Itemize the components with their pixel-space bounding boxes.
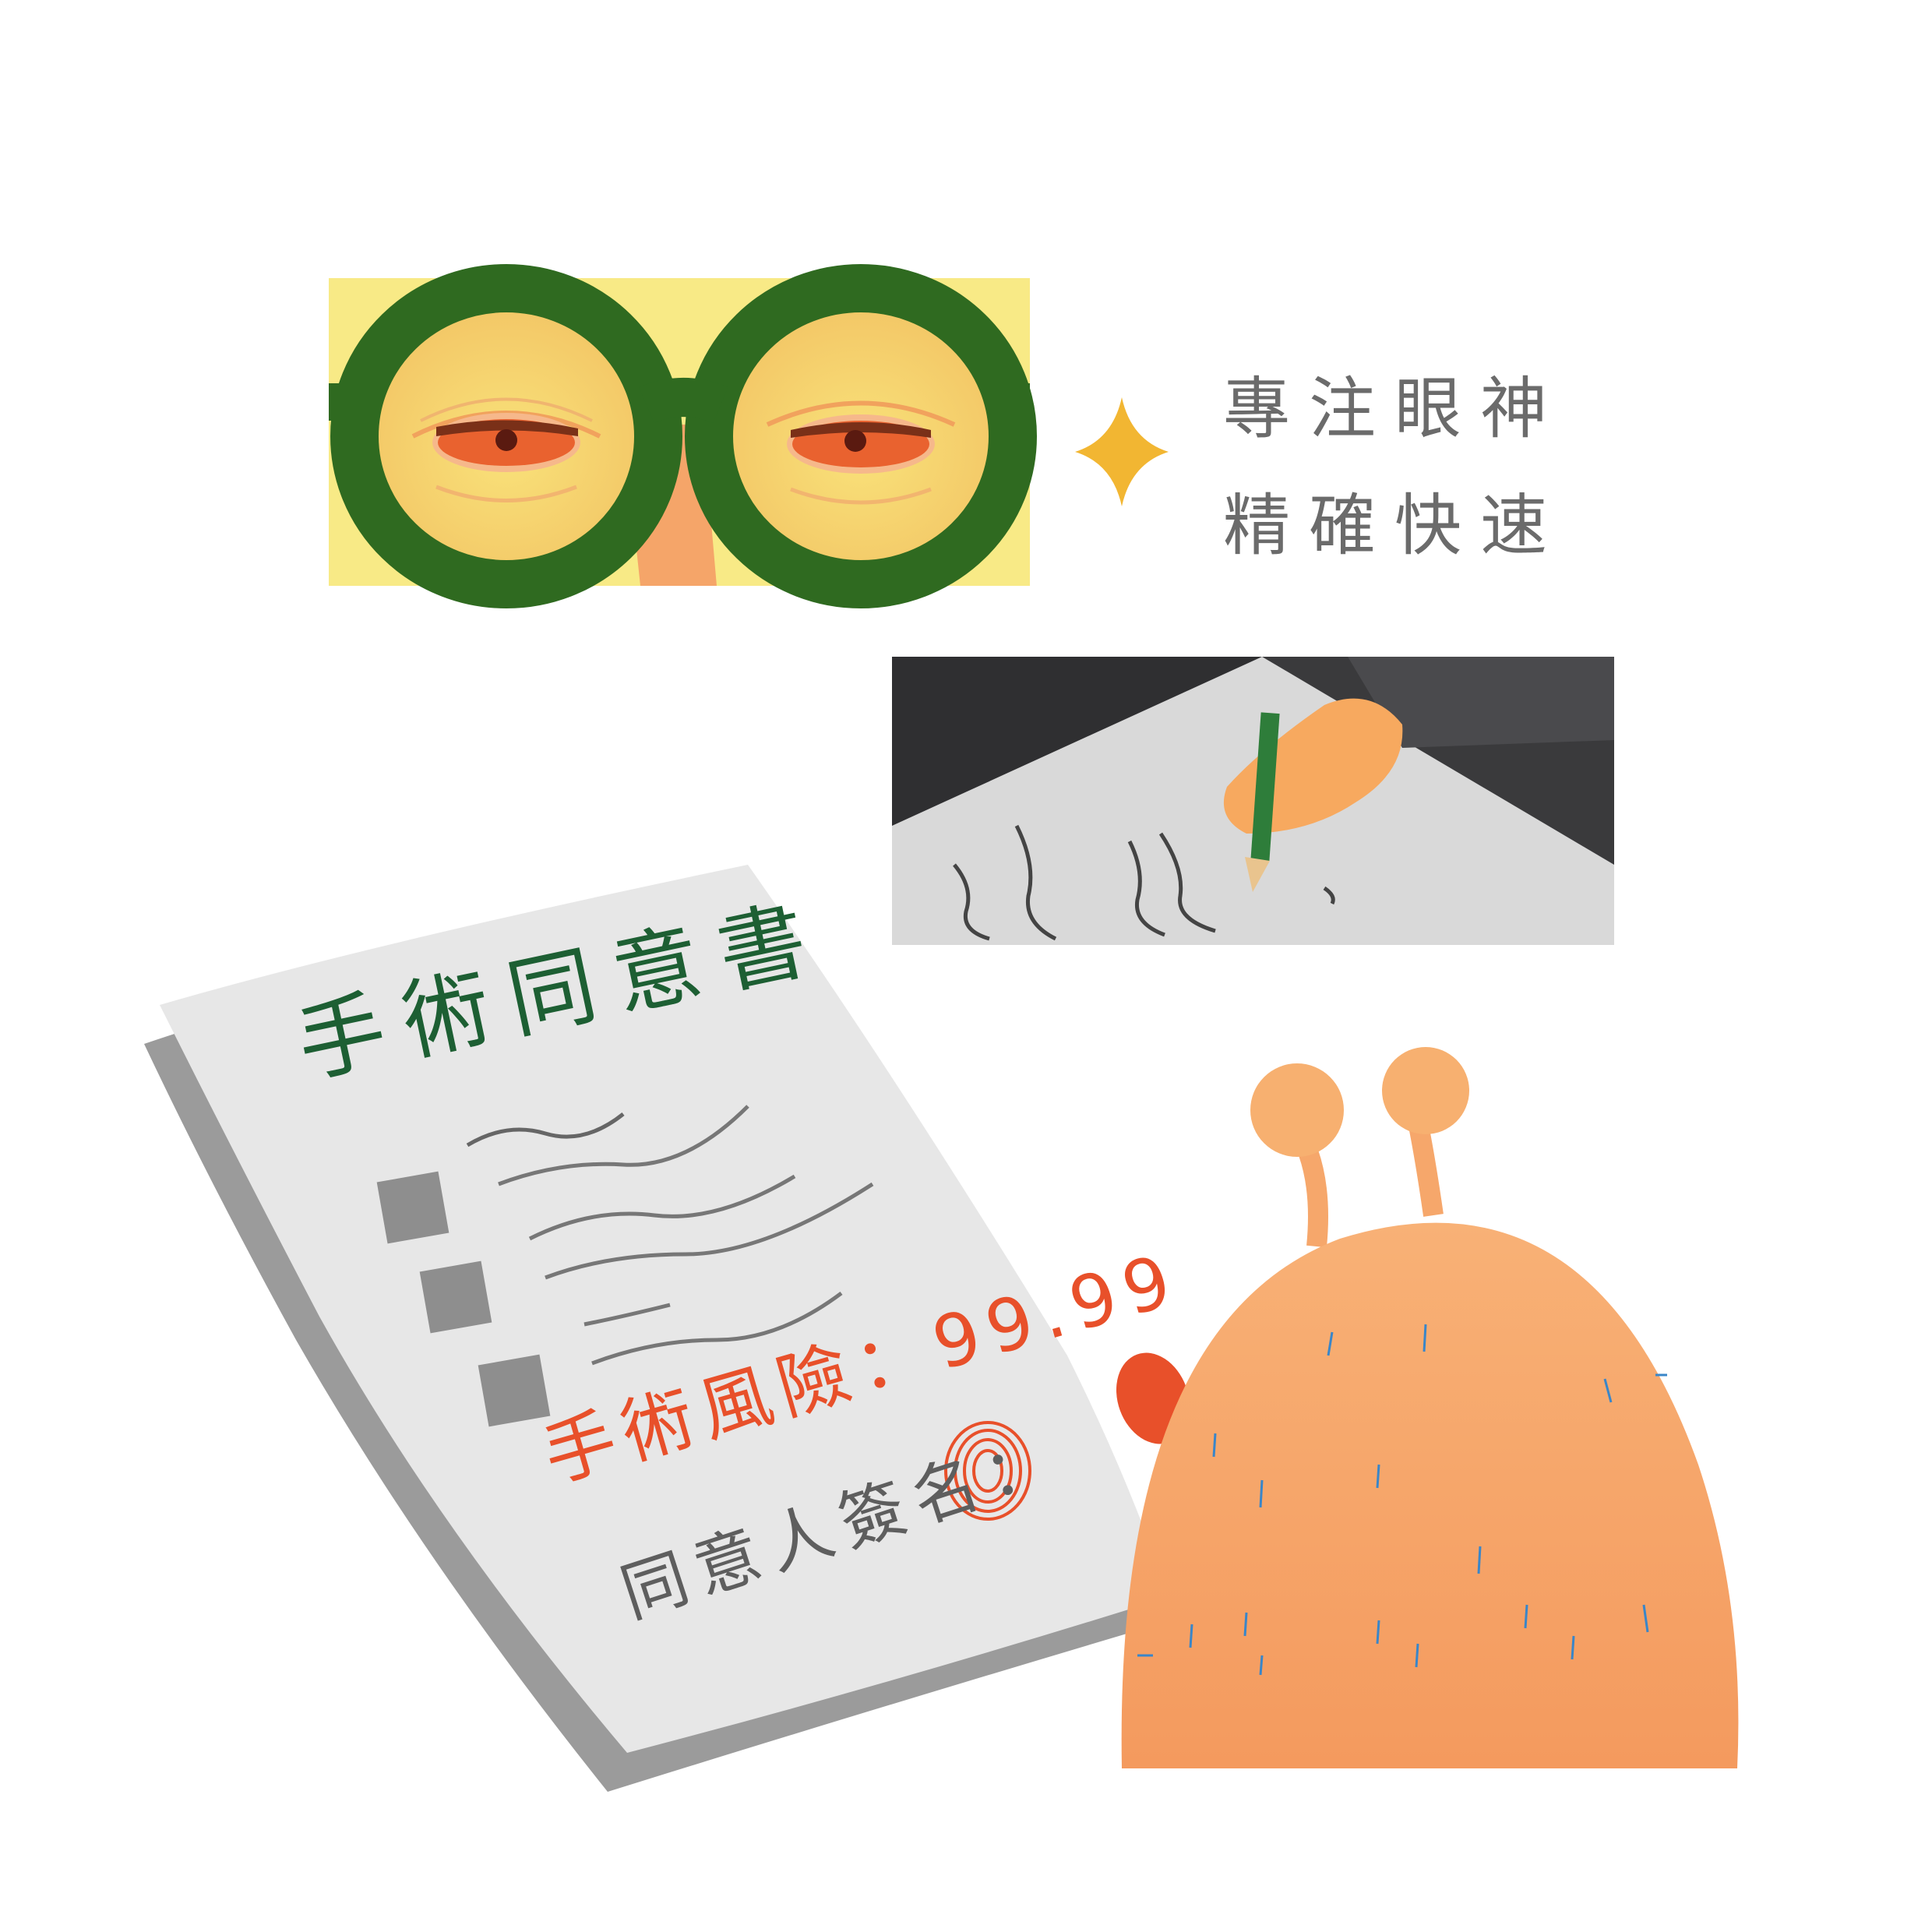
right-pupil bbox=[844, 430, 866, 452]
caption-line-2: 精確快速 bbox=[1223, 487, 1566, 565]
creature bbox=[1116, 1047, 1739, 1768]
left-pupil bbox=[495, 429, 517, 451]
caption-line-1: 專注眼神 bbox=[1223, 370, 1566, 448]
glasses-panel bbox=[329, 264, 1037, 608]
checkbox-2 bbox=[419, 1260, 492, 1334]
antenna-ball-right bbox=[1382, 1047, 1469, 1134]
illustration: 專注眼神 精確快速 手術同意書 手術風險：99.99 同意人簽名： bbox=[0, 0, 1932, 1932]
sparkle-icon bbox=[1075, 397, 1169, 506]
checkbox-1 bbox=[376, 1171, 450, 1244]
antenna-ball-left bbox=[1250, 1063, 1344, 1157]
illustration-artwork bbox=[144, 264, 1739, 1792]
writing-panel bbox=[892, 657, 1614, 945]
caption: 專注眼神 精確快速 bbox=[1223, 351, 1566, 584]
